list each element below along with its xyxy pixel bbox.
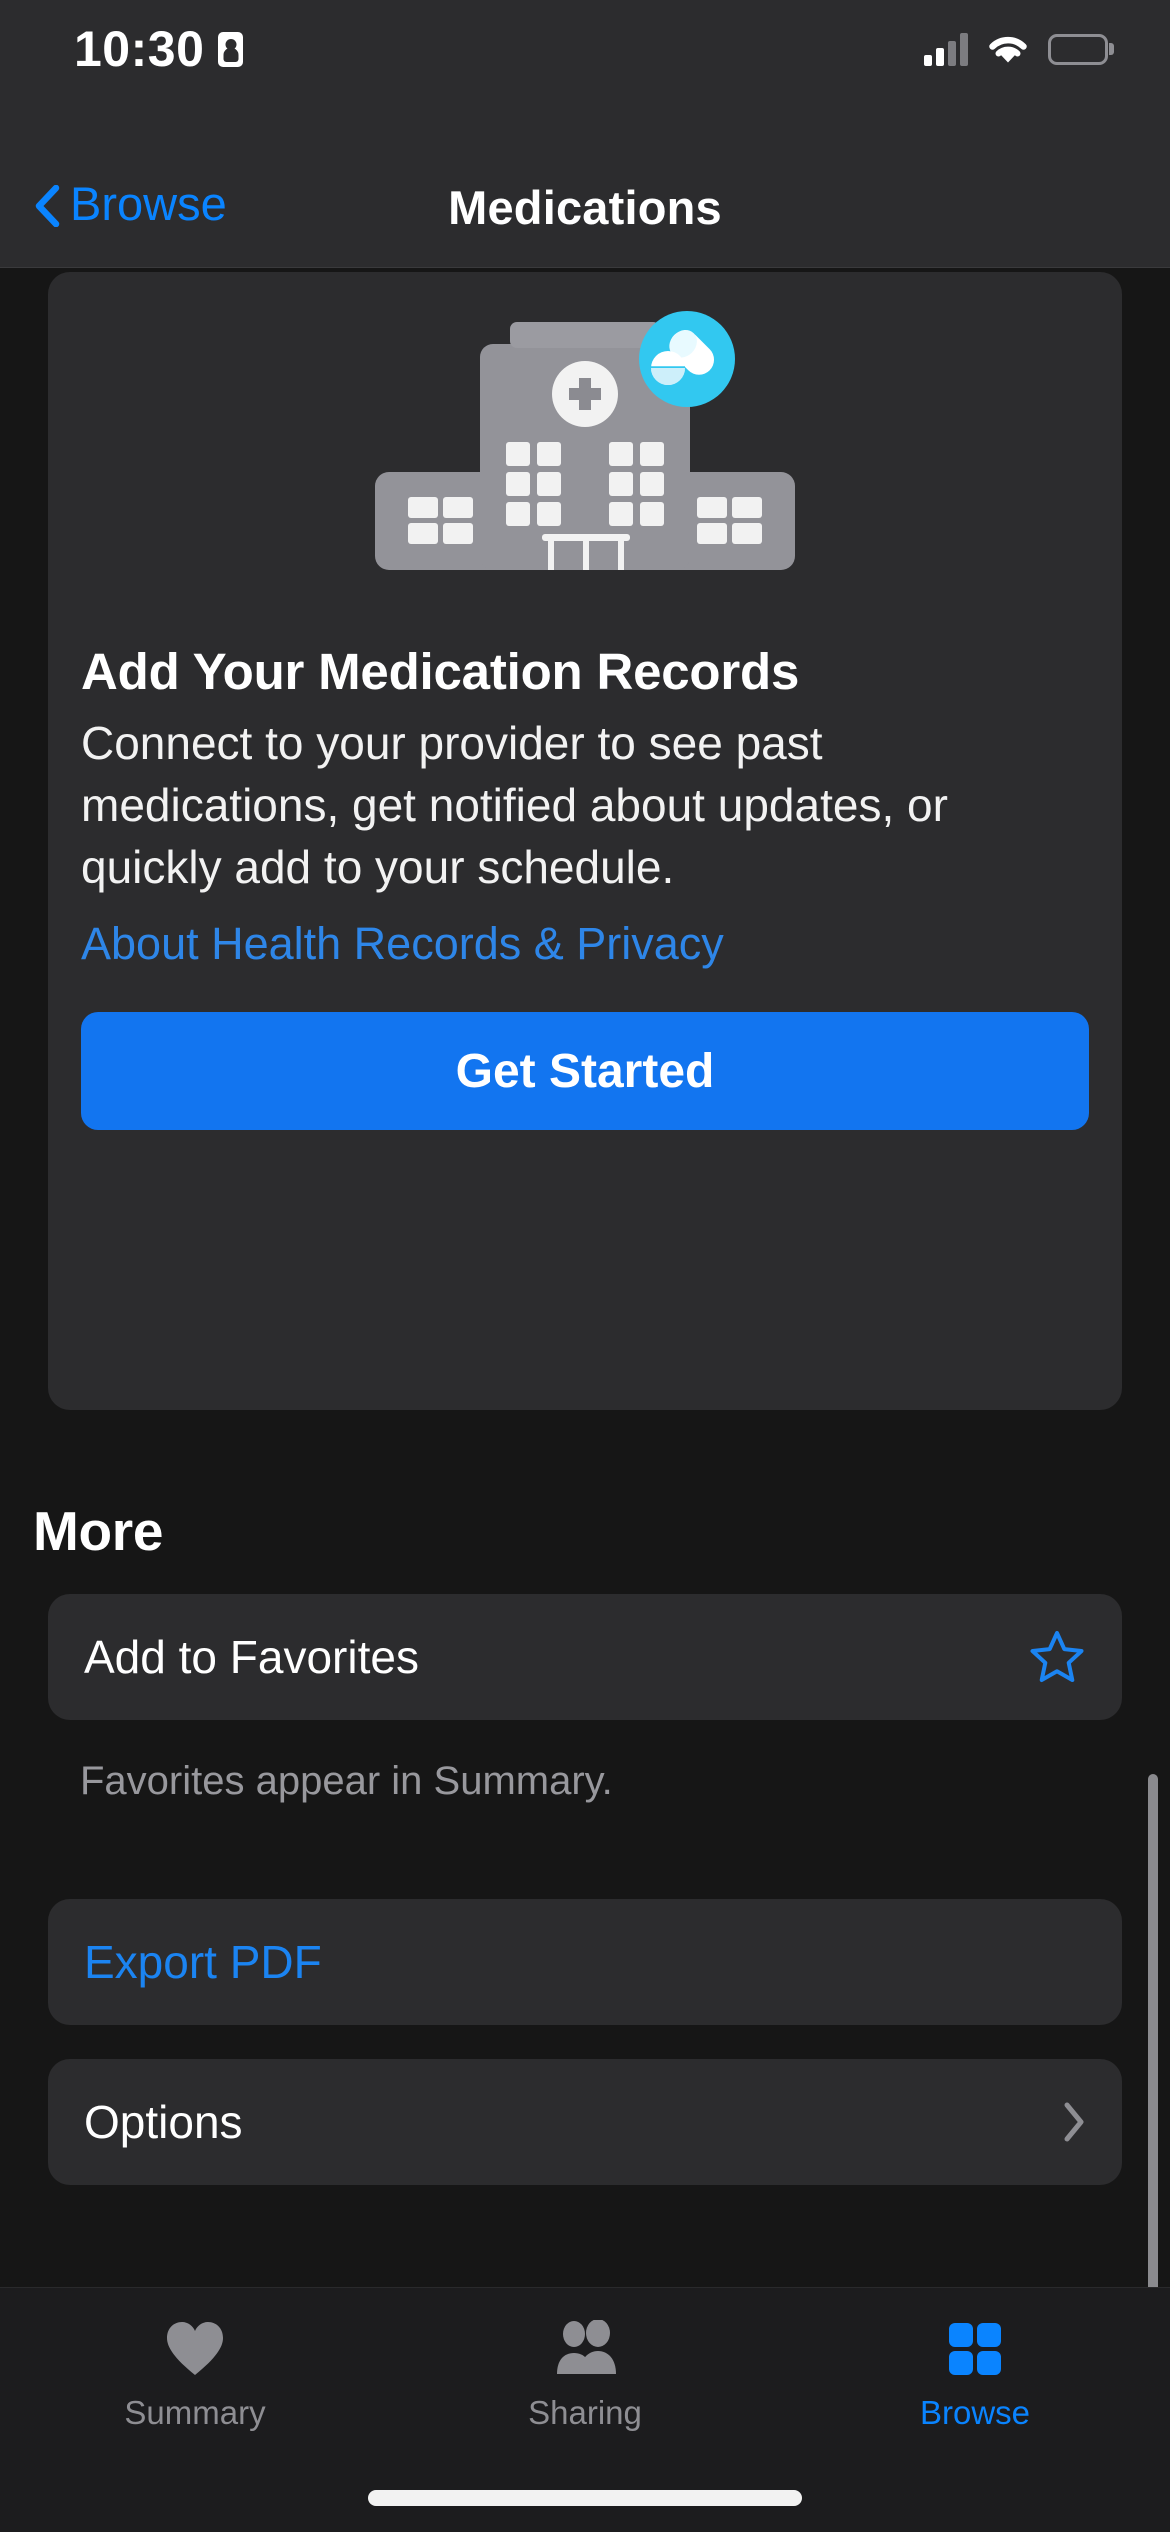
star-outline-icon[interactable] bbox=[1028, 1628, 1086, 1686]
chevron-right-icon bbox=[1062, 2101, 1086, 2143]
more-section-header: More bbox=[33, 1500, 164, 1562]
health-records-privacy-link[interactable]: About Health Records & Privacy bbox=[81, 918, 724, 970]
hero-body-text: Connect to your provider to see past med… bbox=[81, 717, 948, 894]
tab-summary[interactable]: Summary bbox=[0, 2318, 390, 2432]
status-bar: 10:30 bbox=[0, 0, 1170, 98]
status-time: 10:30 bbox=[74, 21, 205, 77]
options-label: Options bbox=[84, 2096, 243, 2148]
status-bar-right bbox=[924, 32, 1108, 66]
home-indicator[interactable] bbox=[368, 2490, 802, 2506]
hero-title: Add Your Medication Records bbox=[81, 643, 800, 700]
screen-recording-icon bbox=[218, 31, 244, 67]
add-to-favorites-label: Add to Favorites bbox=[84, 1631, 419, 1683]
scroll-content: Add Your Medication Records Connect to y… bbox=[0, 269, 1170, 2532]
add-to-favorites-row[interactable]: Add to Favorites bbox=[48, 1594, 1122, 1720]
wifi-icon bbox=[986, 32, 1030, 66]
medication-records-card: Add Your Medication Records Connect to y… bbox=[48, 272, 1122, 1410]
grid-squares-icon bbox=[944, 2318, 1006, 2380]
heart-icon bbox=[164, 2318, 226, 2380]
tab-browse-label: Browse bbox=[919, 2394, 1031, 2431]
status-bar-left: 10:30 bbox=[74, 20, 244, 78]
tab-summary-label: Summary bbox=[124, 2394, 266, 2431]
hospital-with-pills-badge-illustration bbox=[48, 302, 1122, 572]
tab-browse[interactable]: Browse bbox=[780, 2318, 1170, 2432]
tab-sharing[interactable]: Sharing bbox=[390, 2318, 780, 2432]
tab-sharing-label: Sharing bbox=[528, 2394, 642, 2431]
people-icon bbox=[549, 2318, 621, 2380]
phone-screen: 10:30 Browse Medications Add Your Medica… bbox=[0, 0, 1170, 2532]
export-pdf-label: Export PDF bbox=[84, 1936, 322, 1988]
export-pdf-row[interactable]: Export PDF bbox=[48, 1899, 1122, 2025]
options-row[interactable]: Options bbox=[48, 2059, 1122, 2185]
battery-icon bbox=[1048, 33, 1108, 65]
get-started-button[interactable]: Get Started bbox=[81, 1012, 1089, 1130]
cellular-signal-icon bbox=[924, 32, 968, 66]
page-title: Medications bbox=[448, 181, 722, 234]
navigation-bar: Browse Medications bbox=[0, 98, 1170, 268]
favorites-footnote: Favorites appear in Summary. bbox=[80, 1759, 613, 1803]
